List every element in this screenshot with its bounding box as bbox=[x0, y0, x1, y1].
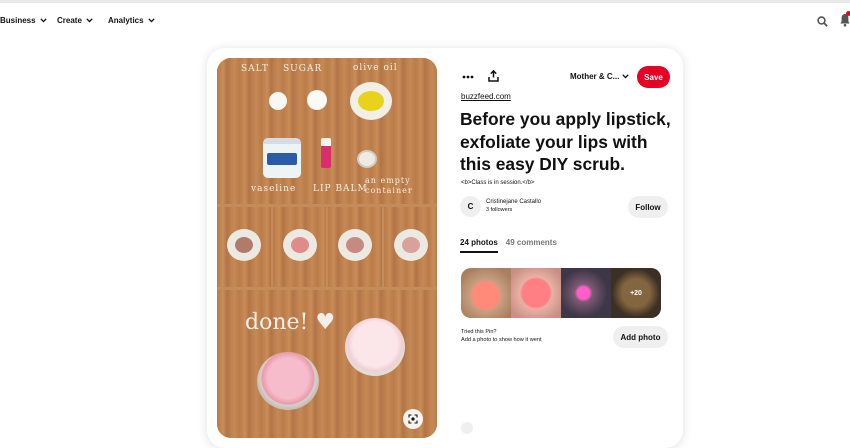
pin-closeup-card: SALT SUGAR olive oil vaseline LIP BALM a… bbox=[207, 48, 683, 448]
chalk-label-lip-balm: LIP BALM bbox=[313, 184, 368, 194]
board-select-label: Mother & C... bbox=[570, 72, 620, 81]
follow-button[interactable]: Follow bbox=[628, 196, 668, 218]
share-icon[interactable] bbox=[488, 70, 499, 82]
visual-search-icon[interactable] bbox=[403, 409, 423, 429]
tab-bar: 24 photos 49 comments bbox=[460, 238, 565, 254]
tried-photo-thumbnail-more[interactable]: +20 bbox=[611, 268, 661, 318]
nav-create[interactable]: Create bbox=[57, 16, 93, 25]
tried-this-pin-prompt: Tried this Pin? Add a photo to show how … bbox=[461, 328, 542, 344]
nav-analytics[interactable]: Analytics bbox=[108, 16, 155, 25]
comment-avatar bbox=[461, 422, 473, 434]
vaseline-jar bbox=[263, 138, 301, 178]
top-border bbox=[0, 0, 850, 3]
tried-photo-thumbnail[interactable] bbox=[511, 268, 561, 318]
nav-analytics-label: Analytics bbox=[108, 16, 144, 25]
source-link[interactable]: buzzfeed.com bbox=[461, 92, 511, 101]
scrub-jar bbox=[257, 352, 319, 410]
creator-section: C Cristinejane Castallo 3 followers Foll… bbox=[460, 196, 670, 218]
pin-description: <b>Class is in session.</b> bbox=[461, 180, 535, 186]
more-photos-count: +20 bbox=[611, 268, 661, 318]
lip-balm-tube bbox=[321, 138, 331, 168]
empty-container bbox=[357, 150, 377, 168]
notification-badge bbox=[846, 11, 850, 16]
board-select-dropdown[interactable]: Mother & C... bbox=[570, 72, 630, 81]
creator-name[interactable]: Cristinejane Castallo bbox=[486, 199, 541, 205]
chalk-label-olive-oil: olive oil bbox=[353, 63, 398, 73]
step-photo-4 bbox=[384, 207, 437, 287]
nav-create-label: Create bbox=[57, 16, 82, 25]
step-photo-3 bbox=[328, 207, 382, 287]
pin-image[interactable]: SALT SUGAR olive oil vaseline LIP BALM a… bbox=[217, 58, 437, 438]
chevron-down-icon bbox=[147, 18, 155, 23]
search-icon[interactable] bbox=[817, 16, 828, 27]
save-button[interactable]: Save bbox=[637, 66, 670, 88]
pin-title: Before you apply lipstick, exfoliate you… bbox=[460, 109, 671, 174]
more-options-icon[interactable] bbox=[462, 75, 474, 79]
nav-business[interactable]: Business bbox=[0, 16, 47, 25]
tried-photo-thumbnail[interactable] bbox=[461, 268, 511, 318]
chevron-down-icon bbox=[39, 18, 47, 23]
chalk-label-done: done! ♥ bbox=[245, 310, 336, 335]
tried-photos-strip: +20 bbox=[461, 268, 661, 318]
finished-scrub-photo: done! ♥ bbox=[217, 290, 437, 438]
chevron-down-icon bbox=[86, 18, 93, 23]
pin-action-bar: Mother & C... Save bbox=[462, 66, 672, 92]
tried-photo-thumbnail[interactable] bbox=[561, 268, 611, 318]
creator-avatar[interactable]: C bbox=[460, 196, 481, 217]
chalk-label-salt: SALT bbox=[241, 64, 269, 74]
sugar-pile bbox=[307, 90, 327, 110]
chalk-label-sugar: SUGAR bbox=[283, 64, 323, 74]
tab-comments[interactable]: 49 comments bbox=[506, 238, 557, 254]
olive-oil-bowl bbox=[350, 82, 392, 120]
add-photo-button[interactable]: Add photo bbox=[613, 326, 668, 348]
step-photo-1 bbox=[217, 207, 271, 287]
tab-photos[interactable]: 24 photos bbox=[460, 238, 498, 254]
tried-prompt-heading: Tried this Pin? bbox=[461, 329, 497, 335]
lens-icon bbox=[408, 414, 418, 424]
ingredients-photo: SALT SUGAR olive oil vaseline LIP BALM a… bbox=[217, 58, 437, 204]
top-navigation-bar: Business Create Analytics bbox=[0, 0, 850, 44]
nav-business-label: Business bbox=[0, 16, 36, 25]
tried-prompt-text: Add a photo to show how it went bbox=[461, 337, 542, 343]
scrub-lid bbox=[345, 318, 405, 376]
creator-followers: 3 followers bbox=[486, 207, 513, 213]
chalk-label-empty-container: an empty container bbox=[365, 176, 413, 195]
step-photo-2 bbox=[273, 207, 326, 287]
chalk-label-vaseline: vaseline bbox=[251, 184, 297, 194]
salt-pile bbox=[269, 92, 287, 110]
chevron-down-icon bbox=[622, 74, 630, 79]
